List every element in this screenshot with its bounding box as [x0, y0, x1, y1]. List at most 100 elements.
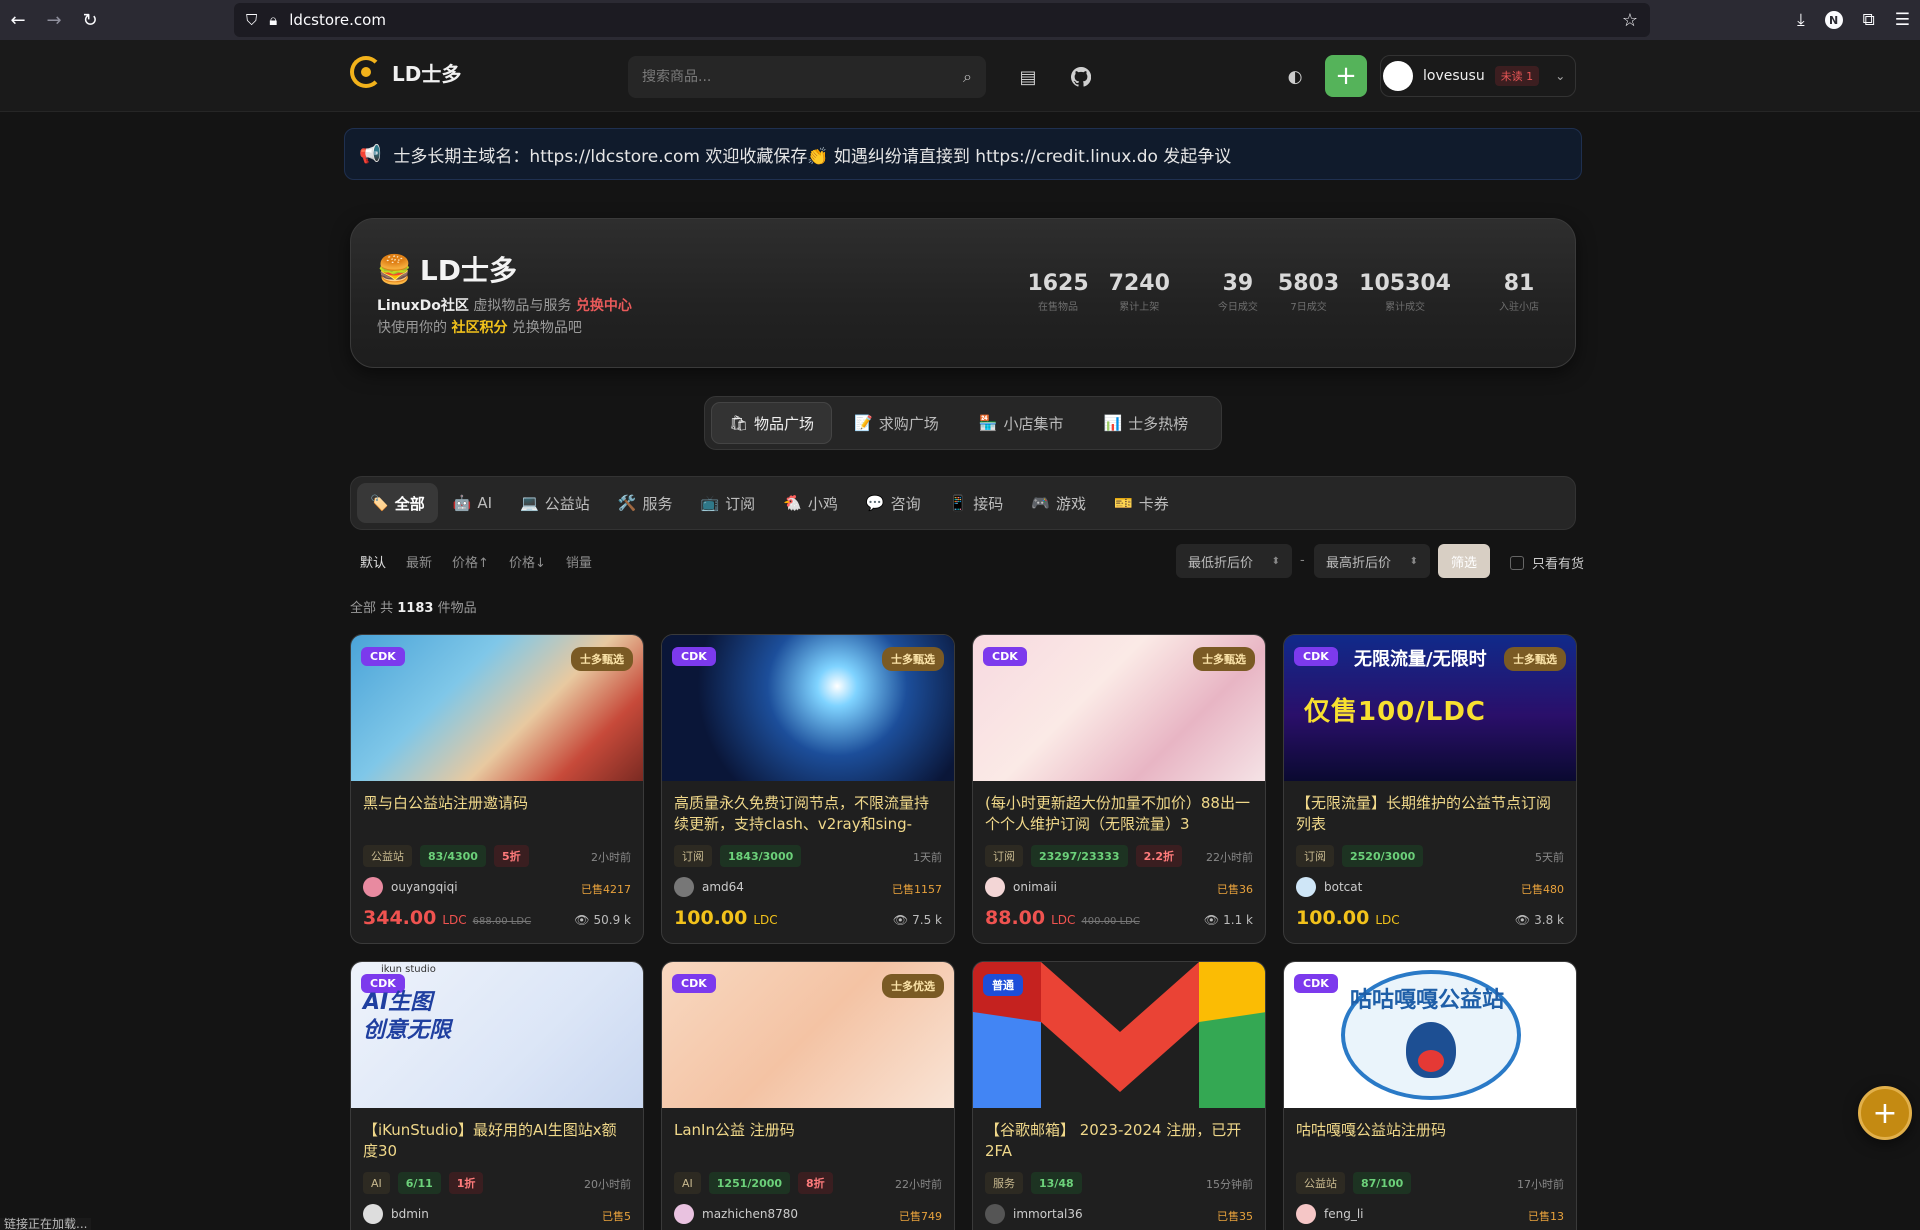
avatar	[363, 1204, 383, 1224]
avatar	[985, 877, 1005, 897]
community-points-link[interactable]: 社区积分	[451, 320, 507, 336]
add-item-button[interactable]: +	[1325, 55, 1367, 97]
category-label: 订阅	[725, 494, 756, 513]
product-card[interactable]: CDK 士多甄选 (每小时更新超大份加量不加价）88出一个个人维护订阅（无限流量…	[972, 634, 1266, 944]
product-card[interactable]: 咕咕嘎嘎公益站 CDK 咕咕嘎嘎公益站注册码 公益站 87/100 17小时前 f…	[1283, 961, 1577, 1230]
tag-row: 服务 13/48	[985, 1172, 1082, 1194]
seller-name: botcat	[1324, 880, 1363, 894]
search-icon[interactable]: ⌕	[963, 67, 972, 87]
type-badge: CDK	[1294, 974, 1338, 993]
seller[interactable]: immortal36	[985, 1204, 1083, 1224]
product-title: LanIn公益 注册码	[674, 1121, 795, 1139]
search-input[interactable]	[642, 69, 964, 85]
product-card[interactable]: CDK 士多甄选 黑与白公益站注册邀请码 公益站 83/4300 5折 2小时前 o…	[350, 634, 644, 944]
seller[interactable]: ouyangqiqi	[363, 877, 458, 897]
floating-add-button[interactable]: +	[1858, 1086, 1912, 1140]
site-logo[interactable]: LD士多	[350, 56, 461, 88]
seller-name: bdmin	[391, 1207, 429, 1221]
sort-price-desc[interactable]: 价格↓	[509, 552, 546, 571]
exchange-center-link[interactable]: 兑换中心	[576, 298, 632, 314]
megaphone-icon: 📢	[359, 143, 382, 165]
reload-icon[interactable]: ↻	[72, 2, 108, 38]
spinner-icon[interactable]: ⬍	[1410, 556, 1418, 567]
avatar	[1296, 877, 1316, 897]
sort-newest[interactable]: 最新	[406, 552, 432, 571]
in-stock-toggle[interactable]: 只看有货	[1510, 553, 1584, 572]
download-icon[interactable]: ⤓	[1797, 10, 1805, 30]
speech-icon: 💬	[865, 494, 885, 512]
bookmark-star-icon[interactable]: ☆	[1622, 10, 1638, 31]
view-count: 👁 3.8 k	[1515, 913, 1564, 927]
avatar	[363, 877, 383, 897]
robot-icon: 🤖	[452, 494, 472, 512]
seller[interactable]: amd64	[674, 877, 744, 897]
seller[interactable]: botcat	[1296, 877, 1362, 897]
category-game[interactable]: 🎮 游戏	[1018, 483, 1099, 523]
product-image: CDK 士多甄选 仅售100/LDC 无限流量/无限时	[1284, 635, 1576, 781]
github-icon[interactable]	[1064, 60, 1098, 94]
forward-icon[interactable]: →	[36, 2, 72, 38]
sold-count: 已售5	[602, 1210, 631, 1223]
category-sms[interactable]: 📱 接码	[936, 483, 1017, 523]
eye-icon: 👁	[574, 913, 590, 927]
stat-label: 在售物品	[1038, 302, 1079, 313]
seller[interactable]: onimaii	[985, 877, 1057, 897]
sold-count: 已售36	[1217, 883, 1253, 896]
extension-badge[interactable]: N	[1824, 11, 1843, 29]
seller[interactable]: mazhichen8780	[674, 1204, 798, 1224]
sort-sales[interactable]: 销量	[566, 552, 592, 571]
user-menu[interactable]: lovesusu 未读 1 ⌄	[1380, 55, 1576, 97]
seller[interactable]: feng_li	[1296, 1204, 1364, 1224]
category-ai[interactable]: 🤖 AI	[440, 483, 505, 523]
product-card[interactable]: CDK ikun studio AI生图 创意无限 【iKunStudio】最好…	[350, 961, 644, 1230]
theme-toggle-icon[interactable]: ◐	[1278, 60, 1312, 94]
category-consult[interactable]: 💬 咨询	[853, 483, 934, 523]
seller[interactable]: bdmin	[363, 1204, 429, 1224]
tab-shop-market[interactable]: 🏪 小店集市	[961, 402, 1082, 444]
address-bar[interactable]: ⛉ 🔒︎ ldcstore.com ☆	[234, 3, 1650, 37]
product-title: 【谷歌邮箱】 2023-2024 注册，已开2FA	[985, 1121, 1242, 1160]
extensions-icon[interactable]: ⧉	[1863, 10, 1875, 30]
category-service[interactable]: 🛠️ 服务	[605, 483, 686, 523]
product-card[interactable]: CDK 士多甄选 仅售100/LDC 无限流量/无限时 【无限流量】长期维护的公…	[1283, 634, 1577, 944]
tab-hot-list[interactable]: 📊 士多热榜	[1085, 402, 1206, 444]
docs-icon[interactable]: ▤	[1011, 60, 1045, 94]
discount-tag: 1折	[448, 1172, 484, 1194]
category-subscription[interactable]: 📺 订阅	[687, 483, 768, 523]
hero-title: 🍔 LD士多	[377, 249, 517, 289]
gamepad-icon: 🎮	[1031, 494, 1050, 512]
price: 100.00	[674, 907, 748, 929]
chicken-icon: 🐔	[783, 494, 802, 512]
category-all[interactable]: 🏷️ 全部	[357, 483, 438, 523]
product-card[interactable]: CDK 士多优选 LanIn公益 注册码 AI 1251/2000 8折 22小时前…	[661, 961, 955, 1230]
in-stock-checkbox[interactable]	[1510, 555, 1524, 570]
product-card[interactable]: CDK 士多甄选 高质量永久免费订阅节点，不限流量持续更新，支持clash、v2…	[661, 634, 955, 944]
spinner-icon[interactable]: ⬍	[1272, 556, 1280, 567]
lock-icon[interactable]: 🔒︎	[269, 11, 277, 29]
shield-icon[interactable]: ⛉	[246, 11, 257, 29]
sort-default[interactable]: 默认	[360, 552, 386, 571]
filter-button[interactable]: 筛选	[1438, 544, 1490, 578]
phone-icon: 📱	[948, 494, 968, 512]
type-badge: CDK	[361, 647, 405, 666]
category-voucher[interactable]: 🎫 卡券	[1101, 483, 1182, 523]
category-public-site[interactable]: 💻 公益站	[507, 483, 603, 523]
tab-wanted-square[interactable]: 📝 求购广场	[836, 402, 957, 444]
min-price-input[interactable]: 最低折后价 ⬍	[1176, 544, 1292, 578]
type-badge: CDK	[672, 974, 716, 993]
stock-tag: 23297/23333	[1031, 845, 1128, 867]
back-icon[interactable]: ←	[0, 2, 36, 38]
stat-label: 累计上架	[1119, 302, 1160, 313]
category-label: 服务	[642, 494, 673, 513]
logo-text: LD士多	[392, 61, 462, 86]
category-vps[interactable]: 🐔 小鸡	[770, 483, 851, 523]
product-title: (每小时更新超大份加量不加价）88出一个个人维护订阅（无限流量）3	[985, 794, 1250, 833]
tab-item-square[interactable]: 🛍 物品广场	[711, 402, 833, 444]
min-price-placeholder: 最低折后价	[1188, 555, 1254, 571]
sort-price-asc[interactable]: 价格↑	[452, 552, 489, 571]
menu-icon[interactable]: ☰	[1895, 10, 1910, 30]
max-price-input[interactable]: 最高折后价 ⬍	[1314, 544, 1430, 578]
category-label: 公益站	[544, 494, 590, 513]
stock-tag: 6/11	[397, 1172, 441, 1194]
product-card[interactable]: 普通 【谷歌邮箱】 2023-2024 注册，已开2FA 服务 13/48 15分…	[972, 961, 1266, 1230]
